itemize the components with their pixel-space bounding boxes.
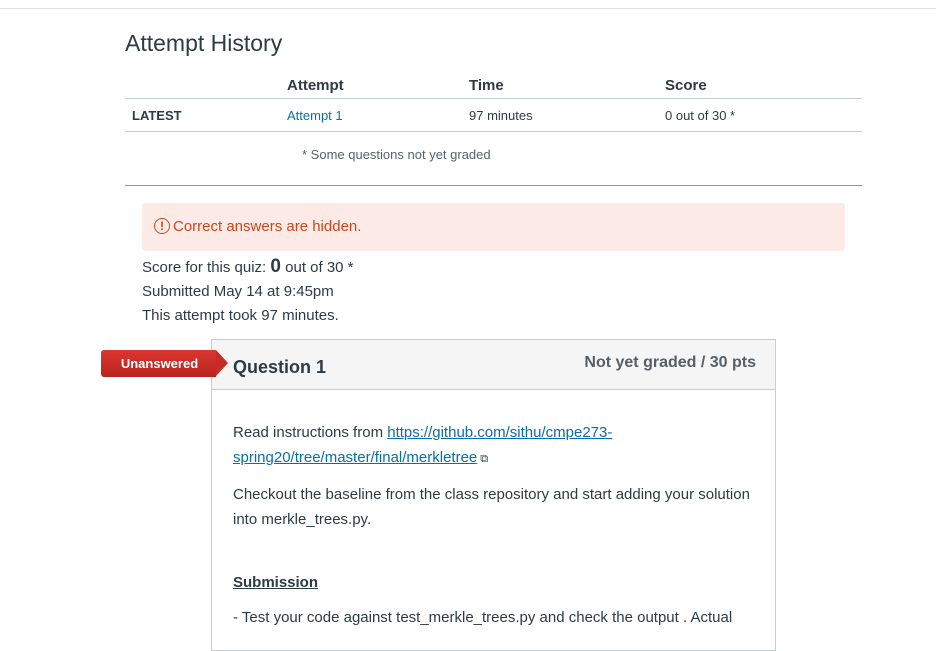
header-score: Score [665,72,862,99]
table-header-row: Attempt Time Score [125,72,862,99]
question-points: Not yet graded / 30 pts [584,354,756,371]
header-blank [125,72,287,99]
attempt-score: 0 out of 30 * [665,98,862,132]
submission-heading: Submission [233,574,319,591]
alert-text: Correct answers are hidden. [173,218,362,235]
header-attempt: Attempt [287,72,469,99]
submitted-date: Submitted May 14 at 9:45pm [142,283,334,300]
attempt-time: 97 minutes [469,98,665,132]
table-row: LATEST Attempt 1 97 minutes 0 out of 30 … [125,98,862,132]
correct-answers-hidden-alert: ! Correct answers are hidden. [142,203,845,251]
section-divider [125,185,862,186]
top-divider [0,8,936,9]
question-header: Question 1 Not yet graded / 30 pts [212,340,775,390]
page-title: Attempt History [125,30,283,56]
quiz-summary: Score for this quiz: 0 out of 30 * Submi… [142,255,354,328]
header-time: Time [469,72,665,99]
baseline-paragraph: Checkout the baseline from the class rep… [233,486,750,528]
instructions-paragraph: Read instructions from https://github.co… [233,420,758,472]
attempt-duration: This attempt took 97 minutes. [142,307,339,324]
grading-footnote: * Some questions not yet graded [302,147,491,162]
latest-label: LATEST [125,98,287,132]
question-text: Read instructions from https://github.co… [233,420,758,640]
attempt-history-table: Attempt Time Score LATEST Attempt 1 97 m… [125,72,862,132]
alert-circle-icon: ! [154,218,170,234]
question-name: Question 1 [233,357,327,377]
instructions-intro: Read instructions from [233,424,388,441]
attempt-1-link[interactable]: Attempt 1 [287,108,343,123]
score-prefix: Score for this quiz: [142,259,271,276]
test-paragraph: - Test your code against test_merkle_tre… [233,609,733,626]
external-link-icon: ⧉ [480,453,489,465]
question-card: Question 1 Not yet graded / 30 pts Read … [211,339,776,651]
quiz-score-line: Score for this quiz: 0 out of 30 * [142,255,354,280]
score-suffix: out of 30 * [280,259,354,276]
score-value: 0 [270,256,281,277]
unanswered-flag-label: Unanswered [120,356,199,371]
unanswered-flag: Unanswered [101,350,228,377]
